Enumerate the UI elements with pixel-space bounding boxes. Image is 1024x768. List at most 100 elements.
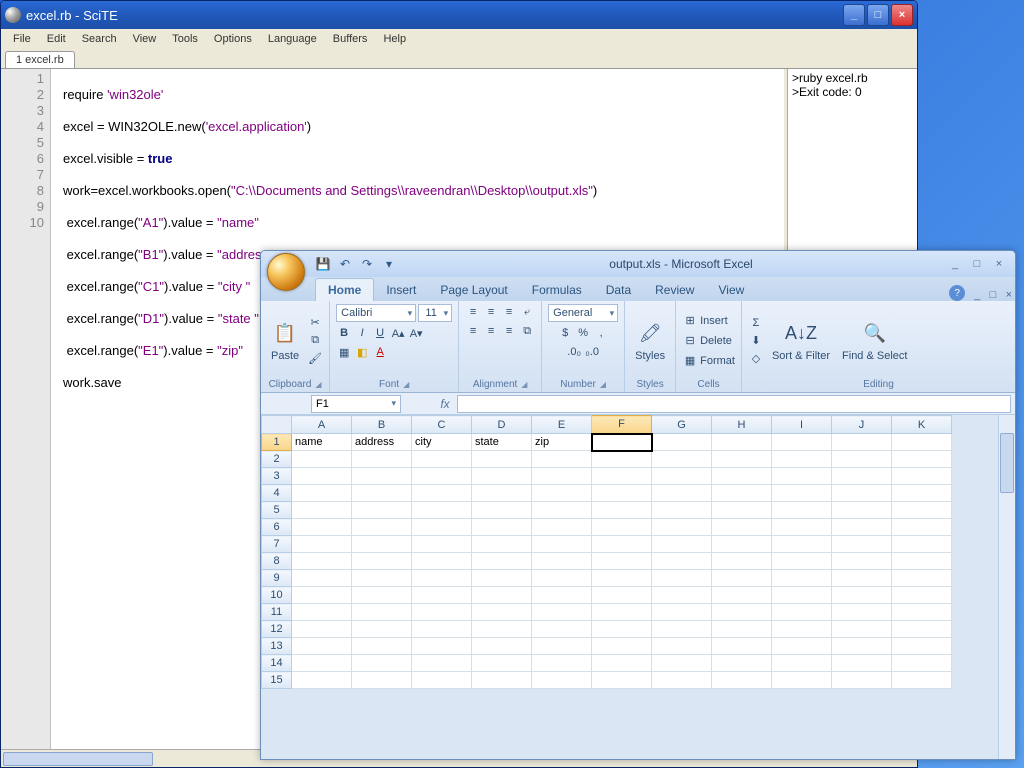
column-header-I[interactable]: I [772, 416, 832, 434]
cell-H3[interactable] [712, 468, 772, 485]
cell-B12[interactable] [352, 621, 412, 638]
align-left-icon[interactable]: ≡ [465, 323, 481, 339]
cell-A8[interactable] [292, 553, 352, 570]
cell-H15[interactable] [712, 672, 772, 689]
format-painter-icon[interactable]: 🖌 [307, 351, 323, 367]
styles-button[interactable]: 🖍 Styles [631, 318, 669, 364]
align-right-icon[interactable]: ≡ [501, 323, 517, 339]
row-header-15[interactable]: 15 [262, 672, 292, 689]
column-header-H[interactable]: H [712, 416, 772, 434]
maximize-button[interactable]: □ [867, 4, 889, 26]
cell-A9[interactable] [292, 570, 352, 587]
menu-options[interactable]: Options [206, 31, 260, 47]
dialog-launcher-icon[interactable]: ◢ [403, 380, 409, 389]
comma-button[interactable]: , [593, 325, 609, 341]
cell-K5[interactable] [892, 502, 952, 519]
cell-F14[interactable] [592, 655, 652, 672]
cell-C6[interactable] [412, 519, 472, 536]
column-header-G[interactable]: G [652, 416, 712, 434]
row-header-5[interactable]: 5 [262, 502, 292, 519]
fill-icon[interactable]: ⬇ [748, 333, 764, 349]
cell-G14[interactable] [652, 655, 712, 672]
minimize-button[interactable]: _ [843, 4, 865, 26]
cell-A15[interactable] [292, 672, 352, 689]
cell-A3[interactable] [292, 468, 352, 485]
cell-B15[interactable] [352, 672, 412, 689]
cell-K8[interactable] [892, 553, 952, 570]
cell-E11[interactable] [532, 604, 592, 621]
cell-E7[interactable] [532, 536, 592, 553]
row-header-7[interactable]: 7 [262, 536, 292, 553]
cell-F9[interactable] [592, 570, 652, 587]
cell-I12[interactable] [772, 621, 832, 638]
cell-B2[interactable] [352, 451, 412, 468]
cell-F4[interactable] [592, 485, 652, 502]
row-header-2[interactable]: 2 [262, 451, 292, 468]
row-header-14[interactable]: 14 [262, 655, 292, 672]
cell-H6[interactable] [712, 519, 772, 536]
cell-H7[interactable] [712, 536, 772, 553]
cell-B6[interactable] [352, 519, 412, 536]
cell-E9[interactable] [532, 570, 592, 587]
menu-tools[interactable]: Tools [164, 31, 206, 47]
wb-minimize-button[interactable]: _ [971, 289, 983, 301]
cell-G7[interactable] [652, 536, 712, 553]
merge-center-icon[interactable]: ⧉ [519, 323, 535, 339]
tab-view[interactable]: View [706, 279, 756, 301]
cell-E6[interactable] [532, 519, 592, 536]
cell-C4[interactable] [412, 485, 472, 502]
cell-I7[interactable] [772, 536, 832, 553]
cell-F7[interactable] [592, 536, 652, 553]
cell-J10[interactable] [832, 587, 892, 604]
cell-H14[interactable] [712, 655, 772, 672]
redo-icon[interactable]: ↷ [359, 256, 375, 272]
cell-A14[interactable] [292, 655, 352, 672]
close-button[interactable]: × [989, 257, 1009, 271]
cell-G12[interactable] [652, 621, 712, 638]
cell-F12[interactable] [592, 621, 652, 638]
vscroll-thumb[interactable] [1000, 433, 1014, 493]
cell-E10[interactable] [532, 587, 592, 604]
cell-J2[interactable] [832, 451, 892, 468]
cell-I8[interactable] [772, 553, 832, 570]
cell-J1[interactable] [832, 434, 892, 451]
cell-D9[interactable] [472, 570, 532, 587]
cell-G9[interactable] [652, 570, 712, 587]
cell-J14[interactable] [832, 655, 892, 672]
cell-B13[interactable] [352, 638, 412, 655]
cell-K3[interactable] [892, 468, 952, 485]
cell-F15[interactable] [592, 672, 652, 689]
font-color-button[interactable]: A [372, 344, 388, 360]
cell-C2[interactable] [412, 451, 472, 468]
cell-I9[interactable] [772, 570, 832, 587]
cell-E5[interactable] [532, 502, 592, 519]
cell-A5[interactable] [292, 502, 352, 519]
cell-B11[interactable] [352, 604, 412, 621]
cell-B1[interactable]: address [352, 434, 412, 451]
wb-close-button[interactable]: × [1003, 289, 1015, 301]
cell-F8[interactable] [592, 553, 652, 570]
cell-D12[interactable] [472, 621, 532, 638]
cell-E3[interactable] [532, 468, 592, 485]
cell-A13[interactable] [292, 638, 352, 655]
format-button[interactable]: ▦Format [682, 353, 735, 369]
cell-E12[interactable] [532, 621, 592, 638]
cell-G3[interactable] [652, 468, 712, 485]
cell-A10[interactable] [292, 587, 352, 604]
close-button[interactable]: × [891, 4, 913, 26]
cell-D3[interactable] [472, 468, 532, 485]
cell-E1[interactable]: zip [532, 434, 592, 451]
menu-language[interactable]: Language [260, 31, 325, 47]
align-bottom-icon[interactable]: ≡ [501, 304, 517, 320]
cell-J5[interactable] [832, 502, 892, 519]
cell-B5[interactable] [352, 502, 412, 519]
cell-G1[interactable] [652, 434, 712, 451]
cell-K15[interactable] [892, 672, 952, 689]
grow-font-button[interactable]: A▴ [390, 325, 406, 341]
cell-I4[interactable] [772, 485, 832, 502]
cell-I14[interactable] [772, 655, 832, 672]
cell-K4[interactable] [892, 485, 952, 502]
cell-G5[interactable] [652, 502, 712, 519]
currency-button[interactable]: $ [557, 325, 573, 341]
cut-icon[interactable]: ✂ [307, 315, 323, 331]
